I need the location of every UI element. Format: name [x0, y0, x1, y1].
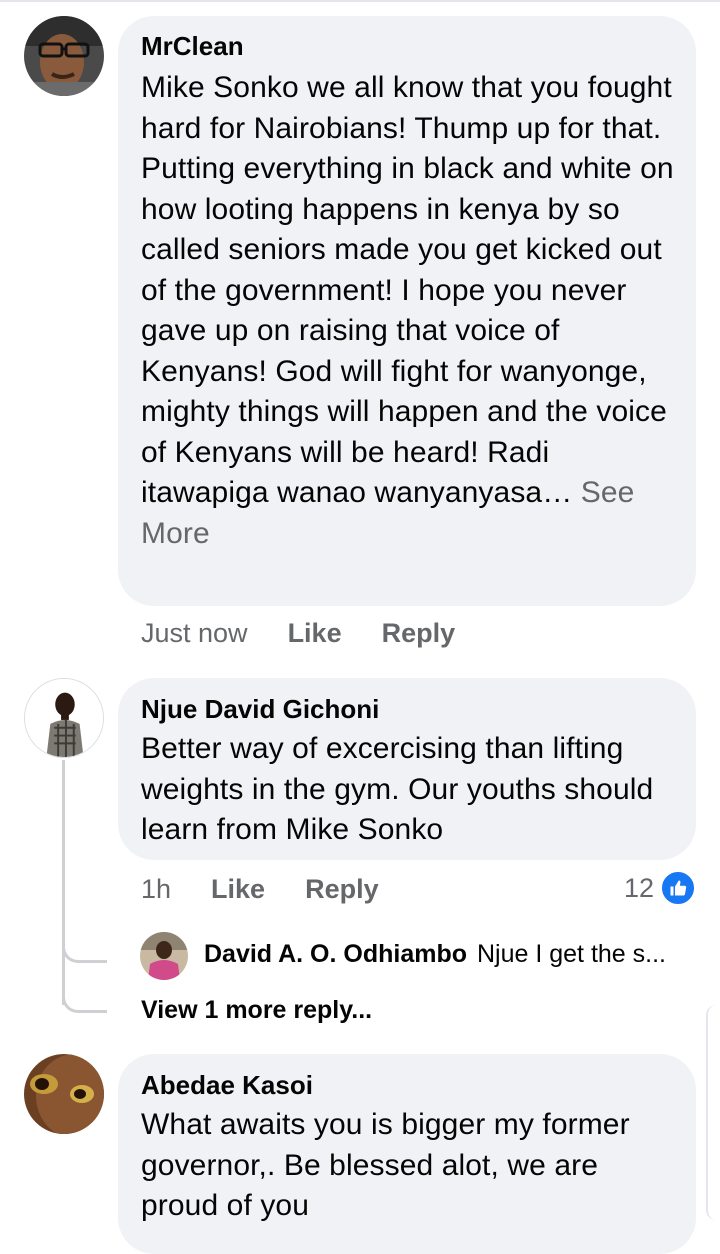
comment-actions: 1h Like Reply: [141, 874, 379, 905]
comment-timestamp[interactable]: Just now: [141, 618, 248, 649]
comment-bubble-abedae: Abedae Kasoi What awaits you is bigger m…: [118, 1054, 696, 1254]
comment-author[interactable]: MrClean: [141, 30, 676, 62]
comment-bubble-njue: Njue David Gichoni Better way of excerci…: [118, 678, 696, 860]
reply-author[interactable]: David A. O. Odhiambo: [204, 940, 467, 969]
top-divider: [0, 0, 720, 2]
avatar-image: [24, 1054, 104, 1134]
view-more-replies-link[interactable]: View 1 more reply...: [141, 996, 372, 1025]
avatar-mrclean[interactable]: [24, 16, 104, 96]
thread-line: [62, 760, 65, 1005]
avatar-njue[interactable]: [24, 678, 104, 758]
like-button[interactable]: Like: [288, 618, 342, 649]
thread-branch: [62, 940, 107, 963]
comment-text: What awaits you is bigger my former gove…: [141, 1108, 630, 1222]
reaction-summary[interactable]: 12: [624, 870, 697, 906]
like-button[interactable]: Like: [211, 874, 265, 905]
avatar-image: [25, 679, 103, 757]
comment-author[interactable]: Abedae Kasoi: [141, 1069, 676, 1101]
avatar-abedae[interactable]: [24, 1054, 104, 1134]
reply-button[interactable]: Reply: [305, 874, 379, 905]
scrollbar[interactable]: [706, 1005, 720, 1220]
reply-preview[interactable]: David A. O. Odhiambo Njue I get the s...: [204, 940, 666, 969]
comment-author[interactable]: Njue David Gichoni: [141, 693, 676, 725]
comment-text: Mike Sonko we all know that you fought h…: [141, 71, 674, 509]
reaction-count: 12: [624, 872, 655, 903]
comment-timestamp[interactable]: 1h: [141, 874, 171, 905]
comment-actions: Just now Like Reply: [141, 618, 455, 649]
reply-text: Njue I get the s...: [477, 940, 666, 968]
avatar-image: [140, 932, 188, 980]
thread-branch: [62, 990, 107, 1013]
avatar-david-odhiambo[interactable]: [140, 932, 188, 980]
comment-bubble-mrclean: MrClean Mike Sonko we all know that you …: [118, 16, 696, 606]
reply-button[interactable]: Reply: [382, 618, 456, 649]
thumbs-up-icon: [660, 870, 697, 906]
avatar-image: [24, 16, 104, 96]
comment-text: Better way of excercising than lifting w…: [141, 732, 654, 846]
